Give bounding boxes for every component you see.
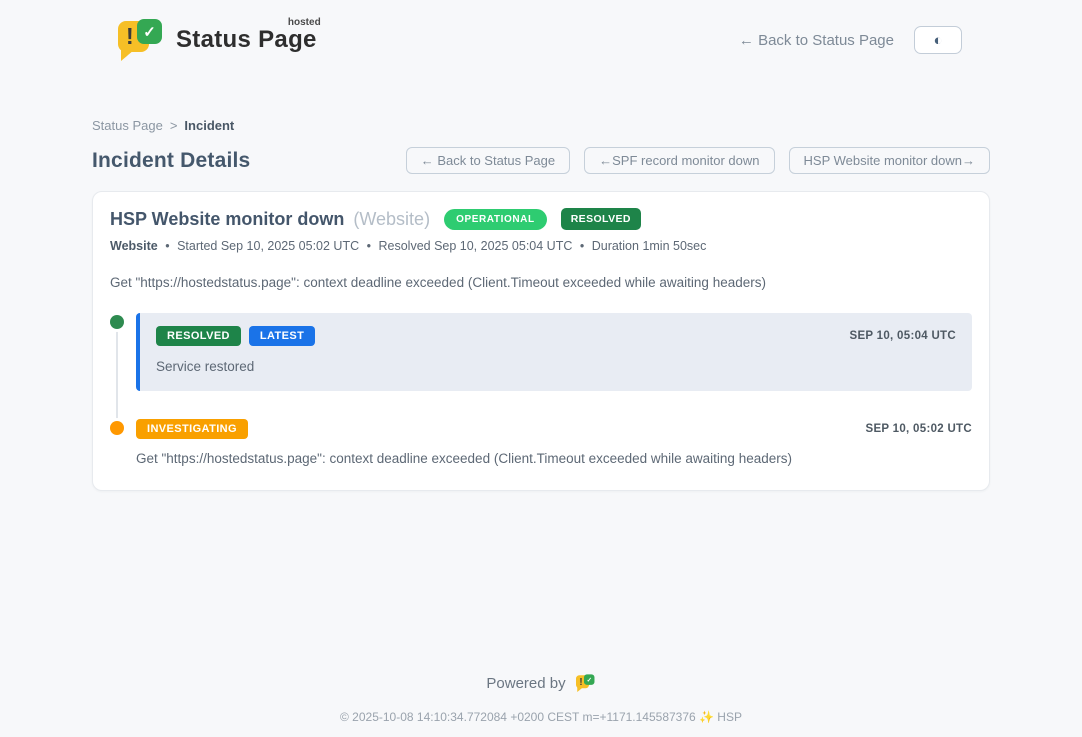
logo-bubble-tail	[577, 687, 582, 692]
copyright-text: © 2025-10-08 14:10:34.772084 +0200 CEST …	[92, 710, 990, 724]
timeline-content: RESOLVED LATEST SEP 10, 05:04 UTC Servic…	[136, 313, 972, 391]
incident-description: Get "https://hostedstatus.page": context…	[110, 275, 972, 290]
update-message: Get "https://hostedstatus.page": context…	[136, 451, 972, 466]
meta-separator: •	[165, 239, 169, 253]
latest-badge: LATEST	[249, 326, 315, 346]
update-message: Service restored	[156, 359, 956, 374]
incident-resolved: Resolved Sep 10, 2025 05:04 UTC	[378, 239, 572, 253]
check-icon: ✓	[586, 676, 591, 684]
update-header: RESOLVED LATEST SEP 10, 05:04 UTC	[156, 326, 956, 346]
timeline-dot-column	[110, 313, 136, 391]
incident-monitor-name: (Website)	[353, 209, 430, 229]
timeline-dot-column	[110, 419, 136, 466]
resolved-dot-icon	[110, 315, 124, 329]
statuspage-mini-logo-icon: ! ✓	[576, 674, 595, 692]
incident-started: Started Sep 10, 2025 05:02 UTC	[177, 239, 359, 253]
check-icon: ✓	[143, 23, 156, 41]
update-header: INVESTIGATING SEP 10, 05:02 UTC	[136, 419, 972, 439]
footer: Powered by ! ✓ © 2025-10-08 14:10:34.772…	[92, 673, 990, 724]
logo-text: Status Page hosted	[176, 26, 317, 54]
statuspage-logo-icon: ! ✓	[118, 18, 164, 62]
incident-service: Website	[110, 239, 158, 253]
incident-title-row: HSP Website monitor down (Website) OPERA…	[110, 208, 972, 230]
investigating-dot-icon	[110, 421, 124, 435]
timeline-item-investigating: INVESTIGATING SEP 10, 05:02 UTC Get "htt…	[110, 419, 972, 466]
title-row: Incident Details ← Back to Status Page ←…	[92, 147, 990, 174]
logo-exclamation: !	[579, 676, 582, 687]
logo-check-box: ✓	[137, 19, 162, 44]
incident-title-text: HSP Website monitor down	[110, 209, 344, 229]
resolved-badge: RESOLVED	[156, 326, 241, 346]
dark-mode-icon: ◐	[933, 33, 942, 48]
timeline-item-resolved: RESOLVED LATEST SEP 10, 05:04 UTC Servic…	[110, 313, 972, 391]
prev-incident-button[interactable]: ←SPF record monitor down	[584, 147, 774, 174]
incident-timeline: RESOLVED LATEST SEP 10, 05:04 UTC Servic…	[110, 313, 972, 466]
powered-by-logo-link[interactable]: ! ✓	[575, 673, 596, 694]
latest-update-box: RESOLVED LATEST SEP 10, 05:04 UTC Servic…	[136, 313, 972, 391]
page-title: Incident Details	[92, 149, 250, 173]
incident-card: HSP Website monitor down (Website) OPERA…	[92, 191, 990, 491]
theme-toggle-button[interactable]: ◐	[914, 26, 962, 54]
update-badges: RESOLVED LATEST	[156, 326, 315, 346]
logo-check-box: ✓	[584, 674, 595, 685]
back-to-status-page-link[interactable]: ← Back to Status Page	[739, 32, 894, 49]
operational-badge: OPERATIONAL	[444, 209, 547, 230]
update-timestamp: SEP 10, 05:02 UTC	[865, 423, 972, 435]
header-right: ← Back to Status Page ◐	[739, 26, 962, 54]
breadcrumb: Status Page > Incident	[92, 118, 990, 133]
breadcrumb-status-page[interactable]: Status Page	[92, 118, 163, 133]
incident-meta: Website • Started Sep 10, 2025 05:02 UTC…	[110, 239, 972, 253]
header: ! ✓ Status Page hosted ← Back to Status …	[0, 0, 1082, 76]
brand-name: Status Page	[176, 26, 317, 53]
logo-exclamation: !	[126, 23, 134, 50]
investigating-badge: INVESTIGATING	[136, 419, 248, 439]
powered-by-row: Powered by ! ✓	[92, 673, 990, 694]
incident-duration: Duration 1min 50sec	[592, 239, 707, 253]
incident-nav-buttons: ← Back to Status Page ←SPF record monito…	[406, 147, 990, 174]
main-content: Status Page > Incident Incident Details …	[92, 118, 990, 724]
timeline-content: INVESTIGATING SEP 10, 05:02 UTC Get "htt…	[136, 419, 972, 466]
update-timestamp: SEP 10, 05:04 UTC	[849, 330, 956, 342]
brand-superscript: hosted	[288, 17, 321, 28]
incident-title: HSP Website monitor down (Website)	[110, 209, 430, 230]
back-to-status-page-button[interactable]: ← Back to Status Page	[406, 147, 570, 174]
resolved-status-badge: RESOLVED	[561, 208, 641, 230]
powered-by-label: Powered by	[486, 675, 565, 692]
breadcrumb-separator: >	[170, 118, 178, 133]
update-badges: INVESTIGATING	[136, 419, 248, 439]
meta-separator: •	[367, 239, 371, 253]
logo-bubble-tail	[121, 50, 134, 61]
meta-separator: •	[580, 239, 584, 253]
next-incident-button[interactable]: HSP Website monitor down→	[789, 147, 990, 174]
logo[interactable]: ! ✓ Status Page hosted	[118, 18, 317, 62]
breadcrumb-incident: Incident	[184, 118, 234, 133]
